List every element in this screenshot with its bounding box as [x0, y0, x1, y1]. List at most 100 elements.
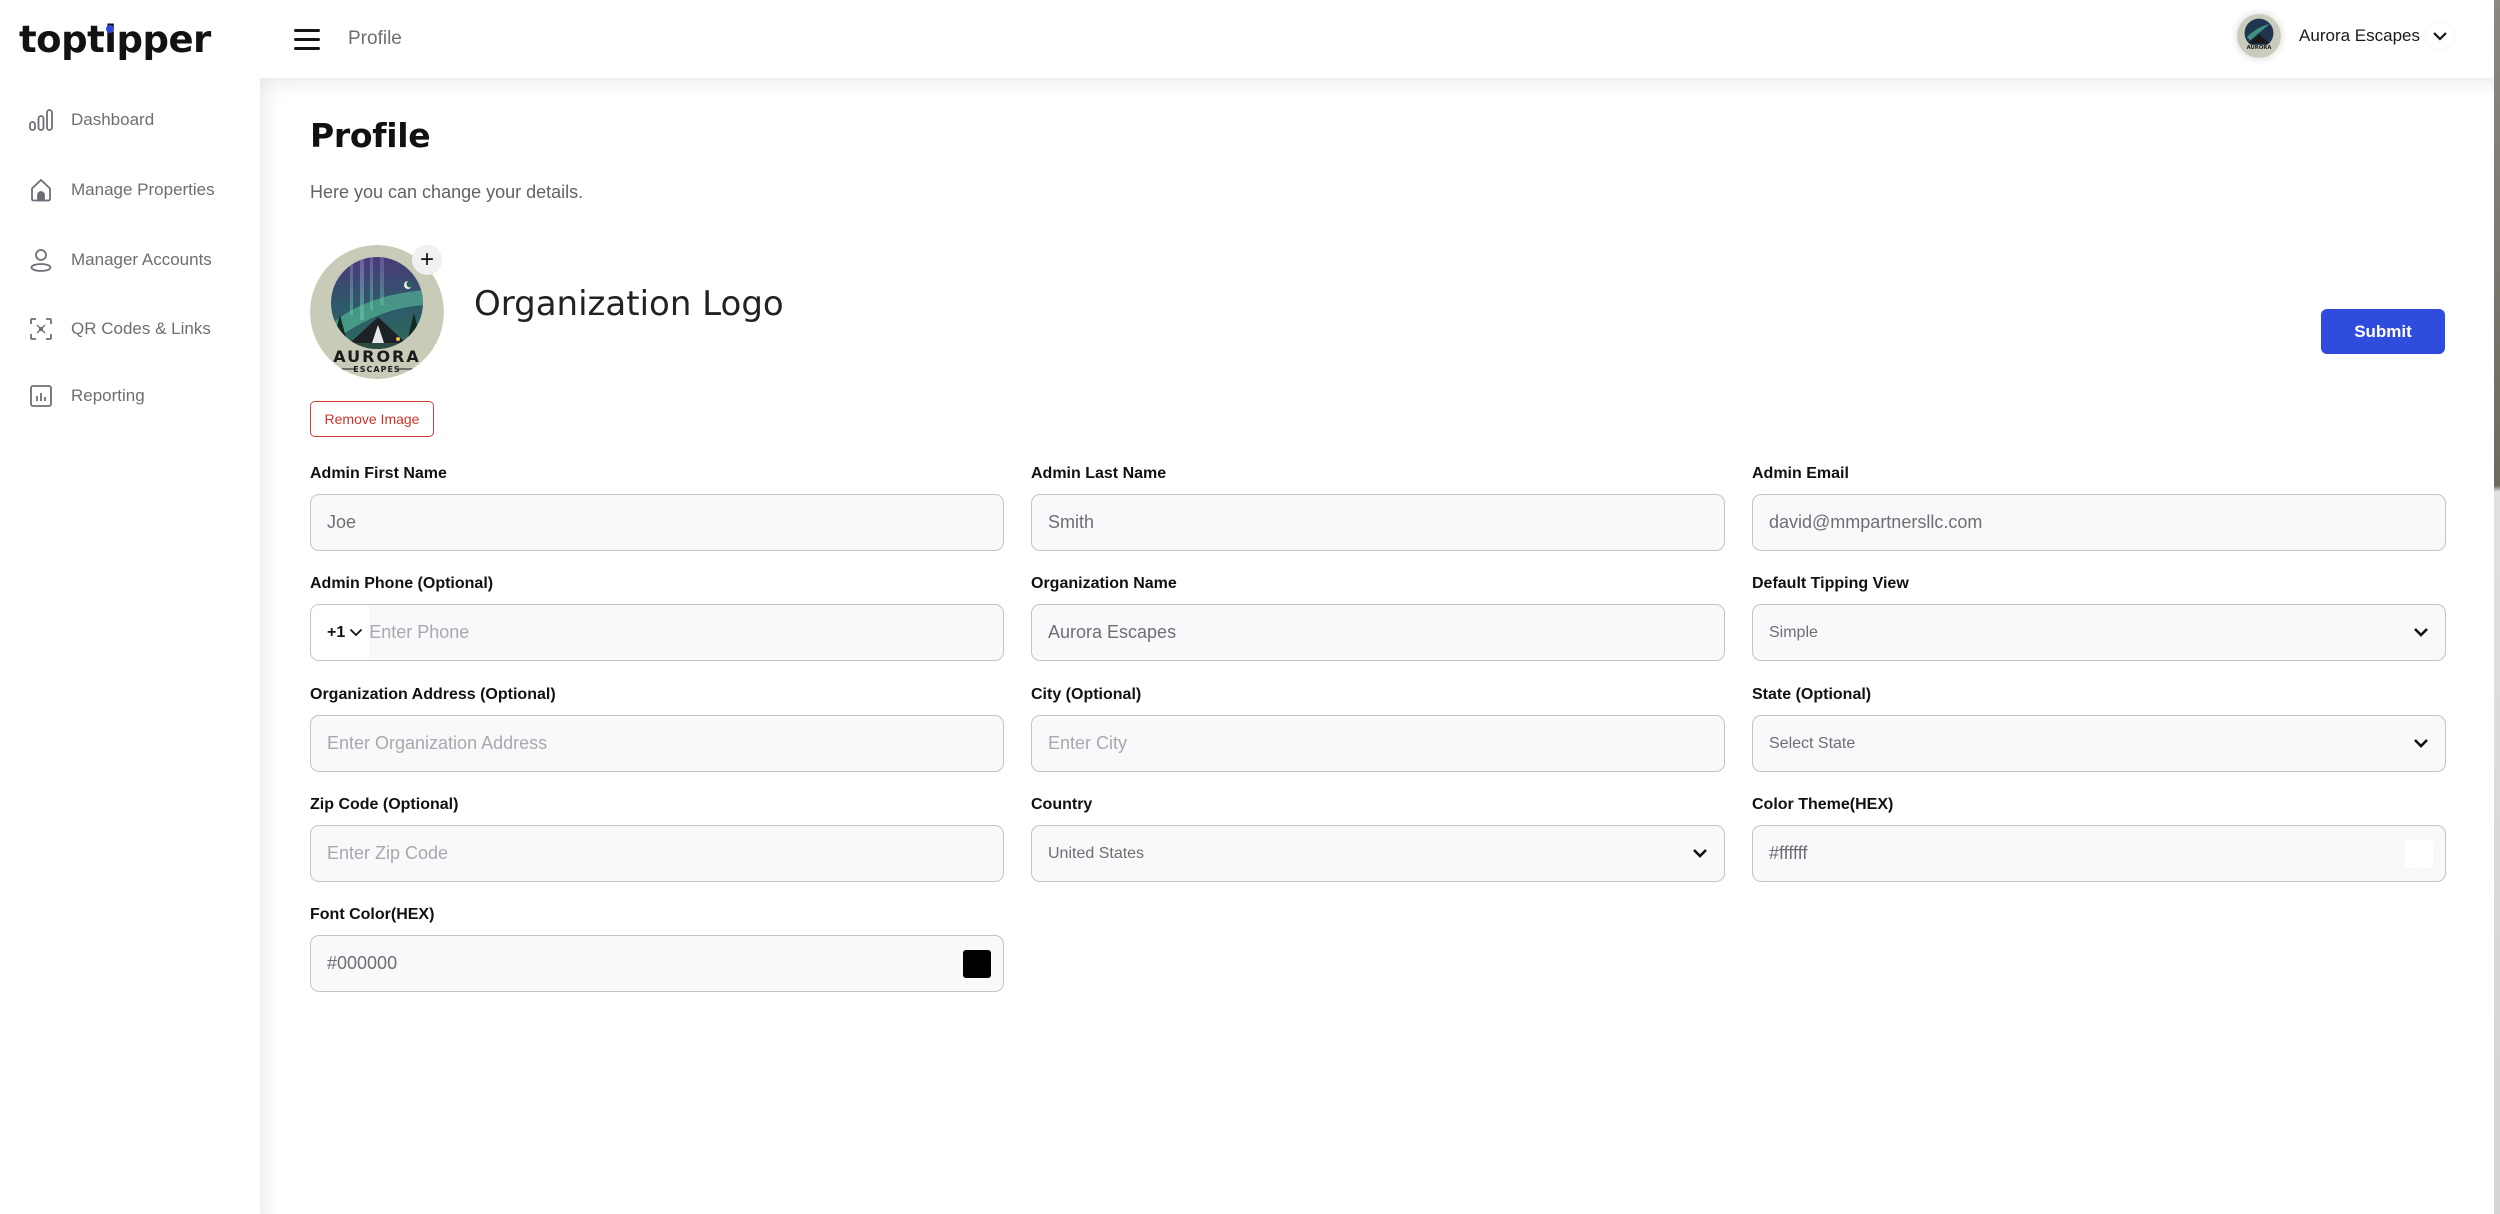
- font-color-input[interactable]: #000000: [310, 935, 1004, 992]
- field-label: City (Optional): [1031, 686, 1142, 703]
- address-input[interactable]: Enter Organization Address: [310, 715, 1004, 772]
- chevron-down-icon: [2414, 738, 2428, 748]
- field-value: #000000: [327, 953, 398, 973]
- country-code-select[interactable]: +1: [311, 605, 370, 660]
- first-name-input[interactable]: Joe: [310, 494, 1004, 551]
- sidebar-item-reporting[interactable]: Reporting: [28, 376, 145, 416]
- sidebar: topti pper Dashboard Manage Properties Ma…: [0, 0, 260, 1214]
- page-title: Profile: [310, 116, 431, 155]
- sidebar-item-label: Manage Properties: [71, 180, 215, 199]
- first-name-field-group: Admin First Name Joe: [310, 465, 1004, 551]
- avatar: AURORA: [2237, 14, 2282, 58]
- field-placeholder: Enter Organization Address: [327, 733, 548, 753]
- font-color-field-group: Font Color(HEX) #000000: [310, 906, 1004, 992]
- sidebar-item-label: Manager Accounts: [71, 250, 212, 269]
- field-label: Default Tipping View: [1752, 575, 1909, 592]
- country-code-value: +1: [327, 623, 346, 641]
- field-label: State (Optional): [1752, 686, 1872, 703]
- tipping-view-field-group: Default Tipping View Simple: [1752, 575, 2446, 661]
- city-field-group: City (Optional) Enter City: [1031, 686, 1725, 772]
- chevron-down-icon[interactable]: [2426, 22, 2454, 50]
- qr-scan-icon: [28, 316, 54, 342]
- chevron-down-icon: [2414, 627, 2428, 637]
- field-label: Zip Code (Optional): [310, 796, 459, 813]
- sidebar-item-manager-accounts[interactable]: Manager Accounts: [28, 240, 212, 280]
- chevron-down-icon: [1693, 848, 1707, 858]
- org-name-field-group: Organization Name Aurora Escapes: [1031, 575, 1725, 661]
- field-placeholder: Enter City: [1048, 733, 1128, 753]
- page-subtitle: Here you can change your details.: [310, 182, 584, 202]
- zip-field-group: Zip Code (Optional) Enter Zip Code: [310, 796, 1004, 882]
- country-field-group: Country United States: [1031, 796, 1725, 882]
- chevron-down-icon: [350, 628, 363, 637]
- font-color-swatch[interactable]: [963, 949, 991, 978]
- field-label: Color Theme(HEX): [1752, 796, 1894, 813]
- field-label: Admin Phone (Optional): [310, 575, 494, 592]
- remove-image-button[interactable]: Remove Image: [310, 401, 434, 437]
- color-theme-input[interactable]: #ffffff: [1752, 825, 2446, 882]
- svg-text:AURORA: AURORA: [2247, 45, 2273, 51]
- field-label: Admin First Name: [310, 465, 447, 482]
- user-icon: [28, 247, 54, 273]
- state-select[interactable]: Select State: [1752, 715, 2446, 772]
- report-icon: [28, 383, 54, 409]
- field-value: david@mmpartnersllc.com: [1769, 512, 1983, 532]
- brand-text-start: topt: [19, 18, 105, 61]
- home-icon: [28, 177, 54, 203]
- field-value: Smith: [1048, 512, 1095, 532]
- brand-i: i: [104, 18, 117, 61]
- brand-text-end: pper: [116, 18, 211, 61]
- field-label: Organization Address (Optional): [310, 686, 556, 703]
- select-value: Select State: [1769, 734, 1856, 752]
- user-name: Aurora Escapes: [2299, 26, 2420, 45]
- field-label: Admin Email: [1752, 465, 1849, 482]
- bar-chart-icon: [28, 107, 54, 133]
- color-theme-swatch[interactable]: [2405, 839, 2433, 868]
- sidebar-item-label: QR Codes & Links: [71, 319, 211, 338]
- add-logo-button[interactable]: +: [412, 245, 442, 275]
- select-value: Simple: [1769, 623, 1818, 641]
- field-label: Font Color(HEX): [310, 906, 435, 923]
- field-value: Aurora Escapes: [1048, 622, 1177, 642]
- address-field-group: Organization Address (Optional) Enter Or…: [310, 686, 1004, 772]
- select-value: United States: [1048, 844, 1145, 862]
- submit-button[interactable]: Submit: [2321, 309, 2445, 354]
- sidebar-item-qr-codes[interactable]: QR Codes & Links: [28, 309, 211, 349]
- field-label: Organization Name: [1031, 575, 1177, 592]
- color-theme-field-group: Color Theme(HEX) #ffffff: [1752, 796, 2446, 882]
- sidebar-item-manage-properties[interactable]: Manage Properties: [28, 170, 215, 210]
- email-input[interactable]: david@mmpartnersllc.com: [1752, 494, 2446, 551]
- last-name-input[interactable]: Smith: [1031, 494, 1725, 551]
- field-placeholder: Enter Zip Code: [327, 843, 449, 863]
- city-input[interactable]: Enter City: [1031, 715, 1725, 772]
- sidebar-item-label: Reporting: [71, 386, 145, 405]
- field-value: #ffffff: [1769, 843, 1808, 863]
- zip-input[interactable]: Enter Zip Code: [310, 825, 1004, 882]
- sidebar-item-dashboard[interactable]: Dashboard: [28, 100, 154, 140]
- window-edge: [2494, 0, 2500, 1214]
- hamburger-menu-icon[interactable]: [294, 29, 320, 51]
- logo-text-sub: ESCAPES: [353, 365, 400, 374]
- country-select[interactable]: United States: [1031, 825, 1725, 882]
- plus-icon: +: [419, 246, 434, 273]
- user-menu[interactable]: AURORA Aurora Escapes: [2237, 14, 2494, 58]
- phone-input-wrapper: +1 Enter Phone: [310, 604, 1004, 661]
- organization-logo-heading: Organization Logo: [474, 284, 784, 324]
- email-field-group: Admin Email david@mmpartnersllc.com: [1752, 465, 2446, 551]
- phone-input[interactable]: Enter Phone: [369, 622, 469, 643]
- phone-field-group: Admin Phone (Optional) +1 Enter Phone: [310, 575, 1004, 661]
- state-field-group: State (Optional) Select State: [1752, 686, 2446, 772]
- field-label: Admin Last Name: [1031, 465, 1167, 482]
- logo-text-main: AURORA: [333, 347, 421, 366]
- top-header: Profile AURORA Aurora Escapes: [260, 0, 2494, 78]
- field-label: Country: [1031, 796, 1093, 813]
- breadcrumb: Profile: [348, 28, 402, 49]
- field-value: Joe: [327, 512, 357, 532]
- last-name-field-group: Admin Last Name Smith: [1031, 465, 1725, 551]
- tipping-view-select[interactable]: Simple: [1752, 604, 2446, 661]
- main-content: Profile Here you can change your details…: [260, 78, 2494, 1214]
- sidebar-item-label: Dashboard: [71, 110, 155, 129]
- org-name-input[interactable]: Aurora Escapes: [1031, 604, 1725, 661]
- brand-logo[interactable]: topti pper: [19, 18, 211, 61]
- organization-logo-container: AURORA ESCAPES +: [310, 245, 444, 379]
